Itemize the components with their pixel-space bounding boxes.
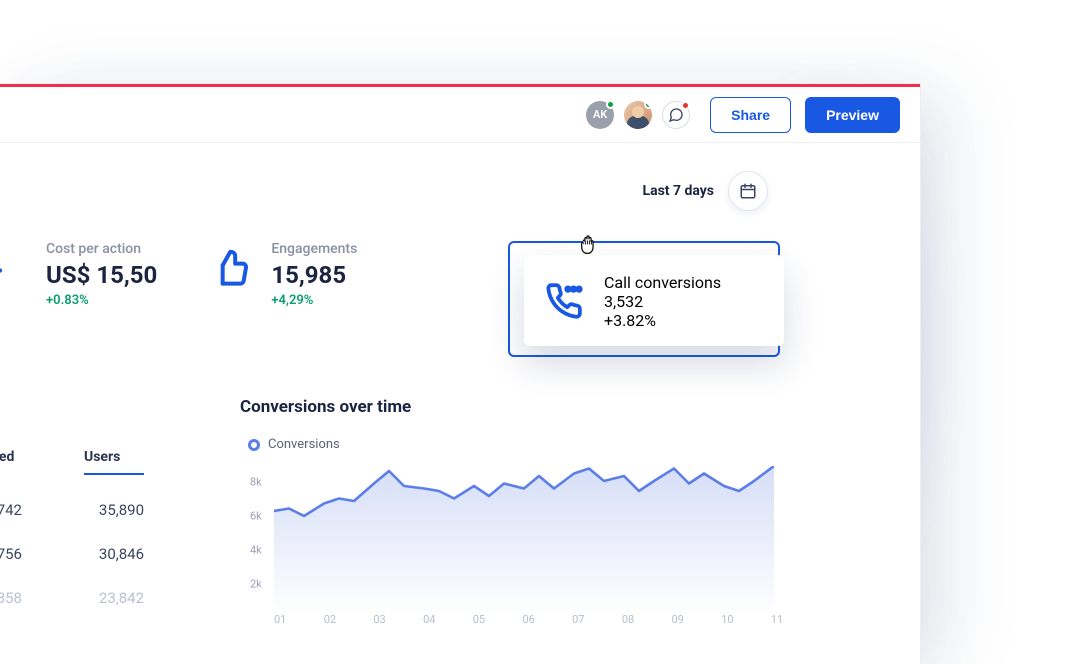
calendar-icon	[739, 182, 757, 200]
x-axis-tick: 04	[423, 613, 424, 626]
y-axis-tick: 6k	[250, 510, 262, 523]
table-row: 9,742 35,890	[0, 501, 198, 519]
x-axis-tick: 10	[721, 613, 722, 626]
y-axis-tick: 2k	[250, 578, 262, 591]
presence-dot-online-icon	[606, 100, 615, 109]
notification-dot-icon	[681, 101, 690, 110]
topbar: AK Share Preview	[0, 87, 920, 143]
x-axis-tick: 06	[522, 613, 523, 626]
avatar-ak[interactable]: AK	[586, 101, 614, 129]
preview-button-label: Preview	[826, 107, 879, 123]
table-row: 0,358 23,842	[0, 589, 198, 607]
kpi-cost-per-action[interactable]: Cost per action US$ 15,50 +0.83%	[0, 241, 157, 308]
chart-legend-item[interactable]: Conversions	[240, 431, 800, 458]
presence-avatars: AK	[586, 101, 690, 129]
legend-label: Conversions	[268, 437, 340, 452]
y-axis-tick: 8k	[250, 476, 262, 489]
grab-cursor-icon	[576, 229, 602, 255]
y-axis-tick: 4k	[250, 544, 262, 557]
kpi-delta: +4,29%	[271, 293, 357, 308]
x-axis-ticks: 01 02 03 04 05 06 07 08 09 10 11	[274, 613, 772, 626]
kpi-value: US$ 15,50	[46, 261, 157, 289]
kpi-delta: +0.83%	[46, 293, 157, 308]
share-button-label: Share	[731, 107, 770, 123]
legend-marker-icon	[248, 439, 260, 451]
cell-bounced: 0,358	[0, 589, 22, 607]
table-header-users[interactable]: Users	[84, 449, 144, 475]
cell-bounced: 9,742	[0, 501, 22, 519]
kpi-call-conversions-dragging[interactable]: Call conversions 3,532 +3.82%	[524, 255, 784, 346]
date-range-selector: Last 7 days	[0, 171, 898, 211]
cell-users: 35,890	[84, 501, 144, 519]
preview-button[interactable]: Preview	[805, 97, 900, 133]
kpi-value: 15,985	[271, 261, 357, 289]
chart-title: Conversions over time	[240, 397, 800, 417]
calendar-button[interactable]	[728, 171, 768, 211]
conversions-chart: 8k 6k 4k 2k 01 02 0	[252, 466, 772, 626]
x-axis-tick: 01	[274, 613, 275, 626]
table-row: 4,756 30,846	[0, 545, 198, 563]
avatar-initials-text: AK	[593, 108, 607, 121]
x-axis-tick: 05	[473, 613, 474, 626]
dashboard-window: AK Share Preview Last 7 days	[0, 84, 920, 664]
kpi-engagements[interactable]: Engagements 15,985 +4,29%	[209, 241, 357, 308]
table-header-bounced[interactable]: ounced	[0, 449, 22, 475]
date-range-label: Last 7 days	[643, 183, 715, 199]
cell-users: 23,842	[84, 589, 144, 607]
kpi-card-drop-target[interactable]: Call conversions 3,532 +3.82%	[508, 241, 780, 357]
x-axis-tick: 09	[672, 613, 673, 626]
line-chart-plot	[274, 466, 774, 616]
share-button[interactable]: Share	[710, 97, 791, 133]
x-axis-tick: 08	[622, 613, 623, 626]
x-axis-tick: 07	[572, 613, 573, 626]
cell-bounced: 4,756	[0, 545, 22, 563]
presence-dot-online-icon	[644, 101, 652, 109]
cell-users: 30,846	[84, 545, 144, 563]
chat-button[interactable]	[662, 101, 690, 129]
conversions-chart-section: Conversions over time Conversions 8k 6k …	[240, 397, 800, 626]
kpi-label: Cost per action	[46, 241, 157, 257]
kpi-label: Call conversions	[604, 273, 721, 292]
thumbs-up-icon	[209, 245, 253, 289]
kpi-value: 3,532	[604, 292, 721, 311]
x-axis-tick: 03	[373, 613, 374, 626]
phone-call-icon	[542, 279, 586, 323]
click-target-icon	[0, 245, 28, 289]
x-axis-tick: 11	[771, 613, 772, 626]
traffic-table: ounced Users 9,742 35,890 4,756 30,846 0…	[0, 449, 198, 607]
kpi-label: Engagements	[271, 241, 357, 257]
kpi-delta: +3.82%	[604, 311, 721, 330]
x-axis-tick: 02	[324, 613, 325, 626]
avatar-user2[interactable]	[624, 101, 652, 129]
dashboard-content: Last 7 days Cost per actio	[0, 143, 920, 308]
